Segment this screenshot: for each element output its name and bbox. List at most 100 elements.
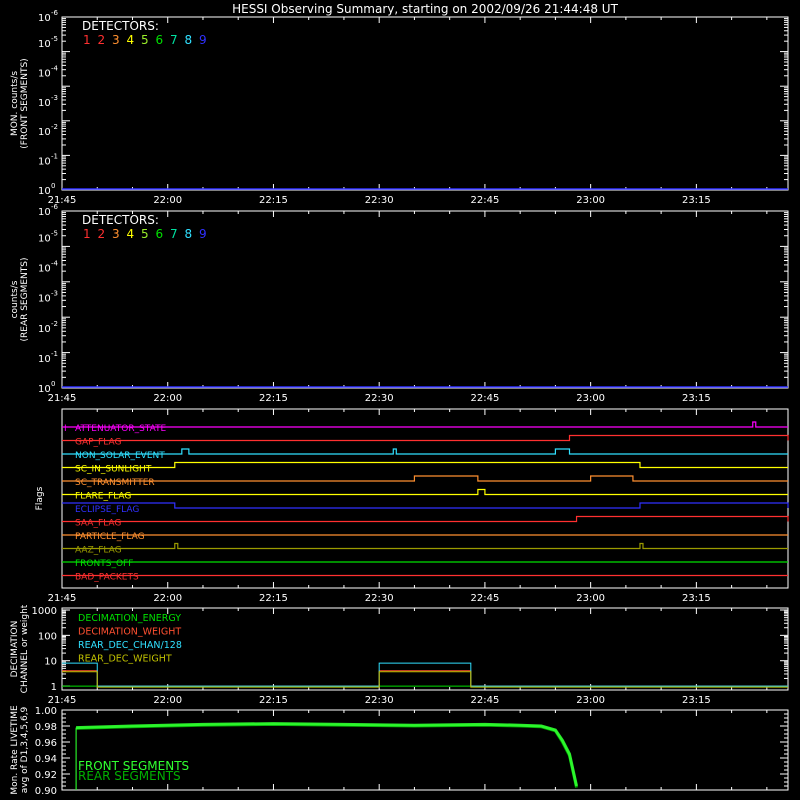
x-tick-label: 23:00	[576, 195, 605, 206]
y-tick-label-exponent: 0	[51, 182, 55, 190]
detector-legend-item: 8	[185, 33, 193, 47]
y-tick-label: 0.92	[35, 770, 57, 781]
x-tick-label: 22:15	[259, 195, 288, 206]
figure-background	[0, 0, 800, 800]
y-tick-label: 0.94	[35, 754, 57, 765]
y-tick-label: 0.98	[35, 722, 57, 733]
y-axis-label: CHANNEL or weight	[20, 604, 30, 693]
flag-label: SC_TRANSMITTER	[75, 478, 155, 488]
x-tick-label: 22:00	[153, 593, 182, 604]
y-tick-label-base: 10	[38, 157, 51, 168]
detector-legend-item: 9	[199, 33, 207, 47]
y-axis-label: Mon. Rate LIVETIME	[10, 705, 20, 795]
y-tick-label-base: 10	[38, 13, 51, 24]
detector-legend-item: 5	[141, 33, 149, 47]
flag-label: FRONTS_OFF	[75, 559, 133, 569]
flag-label: NON_SOLAR_EVENT	[75, 451, 165, 461]
decimation-legend-item: REAR_DEC_CHAN/128	[78, 640, 182, 651]
y-tick-label: 10	[44, 657, 57, 668]
x-tick-label: 22:30	[365, 393, 394, 404]
x-tick-label: 21:45	[48, 393, 77, 404]
y-tick-label-exponent: -1	[51, 350, 58, 358]
y-tick-label-base: 10	[38, 234, 51, 245]
detector-legend-item: 7	[170, 33, 178, 47]
x-tick-label: 23:15	[682, 195, 711, 206]
flag-label: FLARE_FLAG	[75, 492, 131, 502]
detector-legend-item: 5	[141, 227, 149, 241]
x-tick-label: 22:30	[365, 593, 394, 604]
x-tick-label: 21:45	[48, 695, 77, 706]
y-tick-label-exponent: -5	[51, 35, 58, 43]
y-tick-label-base: 10	[38, 98, 51, 109]
y-tick-label-base: 10	[38, 264, 51, 275]
flag-label: SC_IN_SUNLIGHT	[75, 465, 152, 475]
x-tick-label: 22:15	[259, 695, 288, 706]
figure-title: HESSI Observing Summary, starting on 200…	[232, 2, 618, 16]
detector-legend-item: 7	[170, 227, 178, 241]
y-tick-label-base: 10	[38, 294, 51, 305]
x-tick-label: 23:00	[576, 695, 605, 706]
y-tick-label-exponent: -4	[51, 260, 59, 268]
x-tick-label: 22:00	[153, 695, 182, 706]
y-tick-label-exponent: -6	[51, 9, 59, 17]
y-tick-label: 1	[51, 682, 57, 693]
flag-label: PARTICLE_FLAG	[75, 532, 145, 542]
y-tick-label-base: 10	[38, 207, 51, 218]
x-tick-label: 22:30	[365, 195, 394, 206]
y-tick-label-base: 10	[38, 186, 51, 197]
y-tick-label-base: 10	[38, 127, 51, 138]
observing-summary-figure: HESSI Observing Summary, starting on 200…	[0, 0, 800, 800]
x-tick-label: 22:00	[153, 195, 182, 206]
flag-label: ATTENUATOR_STATE	[75, 424, 167, 434]
x-tick-label: 23:00	[576, 593, 605, 604]
flag-label: ECLIPSE_FLAG	[75, 505, 139, 515]
detector-legend-item: 1	[83, 33, 91, 47]
detector-legend-item: 6	[156, 33, 164, 47]
y-tick-label-exponent: -5	[51, 230, 58, 238]
flag-label: SAA_FLAG	[75, 519, 121, 529]
y-tick-label-exponent: -6	[51, 203, 59, 211]
detector-legend-item: 6	[156, 227, 164, 241]
flag-label: AAZ_FLAG	[75, 546, 122, 556]
decimation-legend-item: DECIMATION_WEIGHT	[78, 627, 181, 638]
detector-legend-item: 4	[127, 227, 135, 241]
decimation-legend-item: REAR_DEC_WEIGHT	[78, 654, 172, 665]
y-tick-label-exponent: -1	[51, 153, 58, 161]
livetime-legend-item: REAR SEGMENTS	[78, 769, 181, 783]
y-tick-label: 1.00	[35, 706, 57, 717]
y-tick-label: 1000	[32, 606, 57, 617]
x-tick-label: 22:00	[153, 393, 182, 404]
decimation-legend-item: DECIMATION_ENERGY	[78, 613, 181, 624]
y-tick-label: 0.96	[35, 738, 57, 749]
y-axis-label: avg of D1,3,4,5,6,9	[20, 706, 30, 793]
x-tick-label: 22:15	[259, 593, 288, 604]
x-tick-label: 23:15	[682, 695, 711, 706]
x-tick-label: 22:30	[365, 695, 394, 706]
x-tick-label: 22:45	[470, 695, 499, 706]
detector-legend-item: 8	[185, 227, 193, 241]
y-tick-label-exponent: 0	[51, 380, 55, 388]
y-tick-label-exponent: -4	[51, 64, 59, 72]
y-axis-label: DECIMATION	[10, 621, 20, 678]
y-axis-label: Flags	[35, 486, 45, 510]
x-tick-label: 22:45	[470, 593, 499, 604]
y-tick-label: 100	[38, 631, 57, 642]
detector-legend-item: 3	[112, 33, 120, 47]
detectors-legend-title: DETECTORS:	[82, 19, 159, 33]
y-tick-label: 0.90	[35, 786, 57, 797]
y-axis-label: (FRONT SEGMENTS)	[20, 58, 30, 148]
y-tick-label-exponent: -3	[51, 94, 58, 102]
y-tick-label-exponent: -2	[51, 123, 58, 131]
x-tick-label: 22:45	[470, 393, 499, 404]
x-tick-label: 23:15	[682, 593, 711, 604]
y-axis-label: counts/s	[10, 280, 20, 318]
y-tick-label-base: 10	[38, 384, 51, 395]
detector-legend-item: 4	[127, 33, 135, 47]
detectors-legend-title: DETECTORS:	[82, 213, 159, 227]
detector-legend-item: 2	[98, 227, 106, 241]
detector-legend-item: 1	[83, 227, 91, 241]
x-tick-label: 21:45	[48, 593, 77, 604]
detector-legend-item: 9	[199, 227, 207, 241]
y-axis-label: (REAR SEGMENTS)	[20, 257, 30, 341]
x-tick-label: 22:45	[470, 195, 499, 206]
